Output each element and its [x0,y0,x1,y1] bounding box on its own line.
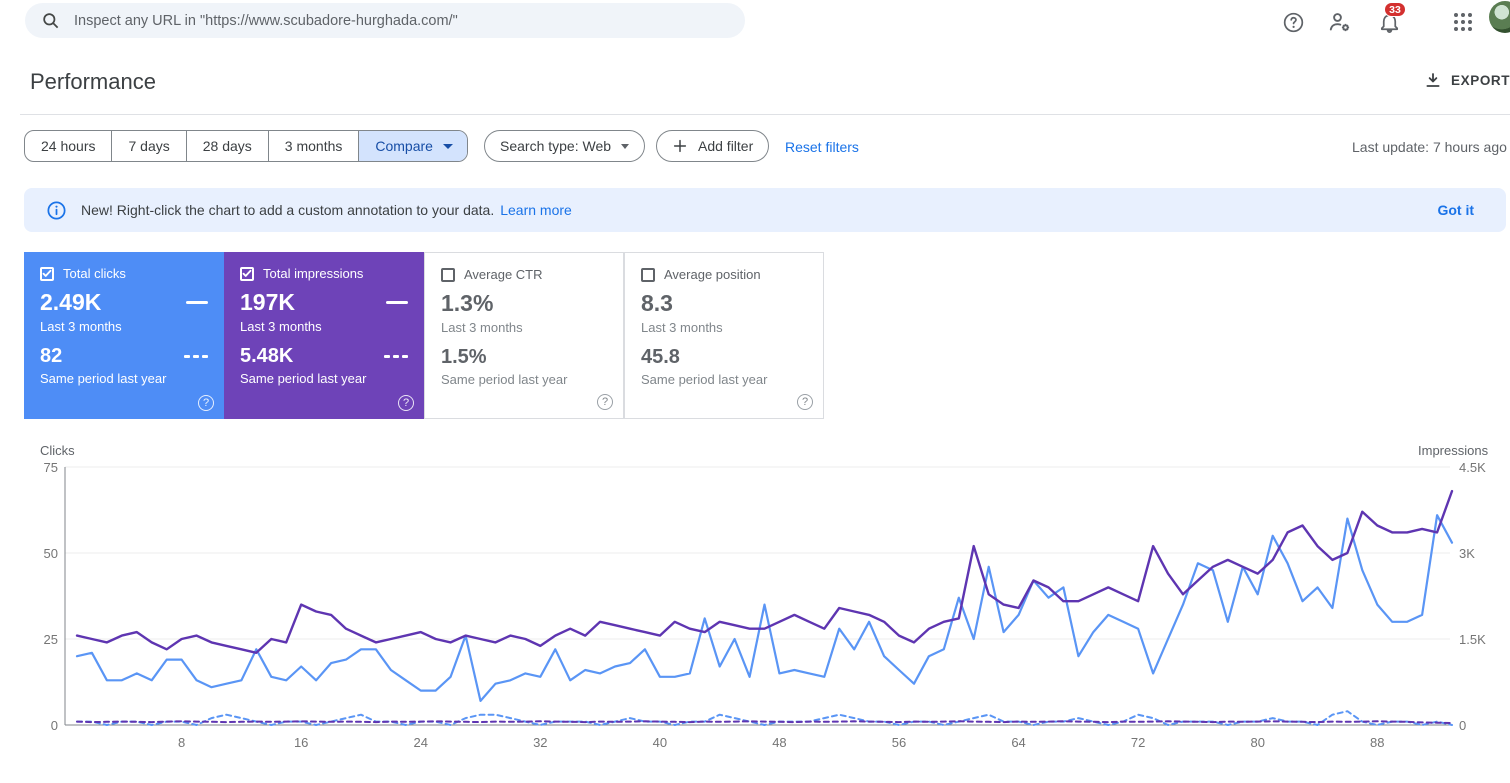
svg-text:4.5K: 4.5K [1459,460,1486,475]
svg-text:64: 64 [1011,735,1025,750]
plus-icon [673,139,687,153]
svg-text:56: 56 [892,735,906,750]
svg-text:88: 88 [1370,735,1384,750]
help-icon[interactable]: ? [398,395,414,411]
card-secondary-value: 45.8 [641,346,680,368]
page-title: Performance [30,69,156,94]
checkbox-unchecked-icon[interactable] [441,267,455,282]
add-filter-label: Add filter [698,138,754,154]
card-secondary-caption: Same period last year [240,371,367,386]
card-secondary-value: 82 [40,345,63,367]
last-update-text: Last update: 7 hours ago [1352,139,1507,155]
url-inspect-searchbox[interactable] [25,3,745,38]
avatar[interactable] [1489,1,1510,33]
svg-text:32: 32 [533,735,547,750]
annotation-banner: New! Right-click the chart to add a cust… [24,188,1506,232]
help-icon[interactable]: ? [797,394,813,410]
search-type-label: Search type: Web [500,138,612,154]
date-range-24-hours[interactable]: 24 hours [25,131,111,161]
date-range-28-days[interactable]: 28 days [185,131,268,161]
search-type-dropdown[interactable]: Search type: Web [484,130,646,162]
apps-grid-icon[interactable] [1446,5,1480,39]
dashed-line-icon [384,355,408,358]
account-settings-icon[interactable] [1323,5,1357,39]
card-primary-caption: Last 3 months [240,319,322,334]
help-icon[interactable]: ? [597,394,613,410]
metric-card-total-impressions[interactable]: Total impressions 197K Last 3 months 5.4… [224,252,424,419]
header-divider [20,114,1510,115]
checkbox-checked-icon[interactable] [40,266,54,281]
svg-text:75: 75 [44,460,58,475]
card-secondary-caption: Same period last year [441,372,568,387]
help-icon[interactable]: ? [198,395,214,411]
card-secondary-caption: Same period last year [641,372,768,387]
search-icon [43,13,59,29]
svg-text:0: 0 [51,718,58,733]
svg-text:8: 8 [178,735,185,750]
svg-text:50: 50 [44,546,58,561]
chevron-down-icon [621,143,630,149]
export-label: EXPORT [1451,72,1510,88]
card-primary-caption: Last 3 months [441,320,523,335]
notifications-icon[interactable]: 33 [1372,2,1406,39]
add-filter-button[interactable]: Add filter [656,130,770,162]
date-range-7-days[interactable]: 7 days [111,131,185,161]
metric-card-average-position[interactable]: Average position 8.3 Last 3 months 45.8 … [624,252,824,419]
metric-card-total-clicks[interactable]: Total clicks 2.49K Last 3 months 82 Same… [24,252,224,419]
svg-text:25: 25 [44,632,58,647]
metric-card-average-ctr[interactable]: Average CTR 1.3% Last 3 months 1.5% Same… [424,252,624,419]
card-primary-caption: Last 3 months [40,319,122,334]
svg-text:48: 48 [772,735,786,750]
notification-badge: 33 [1384,2,1406,17]
card-secondary-value: 5.48K [240,345,294,367]
card-secondary-value: 1.5% [441,346,487,368]
svg-text:72: 72 [1131,735,1145,750]
banner-text: New! Right-click the chart to add a cust… [81,202,495,218]
compare-label: Compare [375,138,433,154]
card-secondary-caption: Same period last year [40,371,167,386]
checkbox-checked-icon[interactable] [240,266,254,281]
svg-text:80: 80 [1250,735,1264,750]
card-label: Total impressions [263,266,364,281]
svg-text:1.5K: 1.5K [1459,632,1486,647]
top-app-bar: 33 [0,0,1510,44]
card-primary-caption: Last 3 months [641,320,723,335]
card-label: Total clicks [63,266,126,281]
card-primary-value: 1.3% [441,290,494,316]
card-label: Average CTR [464,267,543,282]
svg-text:3K: 3K [1459,546,1475,561]
card-primary-value: 8.3 [641,290,673,316]
learn-more-link[interactable]: Learn more [500,202,572,218]
reset-filters-link[interactable]: Reset filters [785,139,859,155]
download-icon [1426,73,1440,87]
svg-text:24: 24 [414,735,428,750]
dashed-line-icon [184,355,208,358]
export-button[interactable]: EXPORT [1424,71,1510,89]
performance-chart[interactable]: 0 25 50 75 0 1.5K 3K 4.5K 8 16 24 32 40 48 56 64 72 80 88 [0,440,1510,775]
date-range-selector: 24 hours 7 days 28 days 3 months Compare [24,130,468,162]
solid-line-icon [186,301,208,304]
card-primary-value: 2.49K [40,289,102,315]
svg-text:16: 16 [294,735,308,750]
date-range-3-months[interactable]: 3 months [267,131,359,161]
solid-line-icon [386,301,408,304]
compare-tab[interactable]: Compare [358,131,467,161]
got-it-button[interactable]: Got it [1437,202,1474,218]
svg-text:0: 0 [1459,718,1466,733]
url-inspect-input[interactable] [74,12,729,29]
card-primary-value: 197K [240,289,295,315]
card-label: Average position [664,267,761,282]
checkbox-unchecked-icon[interactable] [641,267,655,282]
help-icon[interactable] [1276,5,1310,39]
svg-text:40: 40 [653,735,667,750]
chevron-down-icon [442,143,453,149]
info-icon [47,200,66,220]
